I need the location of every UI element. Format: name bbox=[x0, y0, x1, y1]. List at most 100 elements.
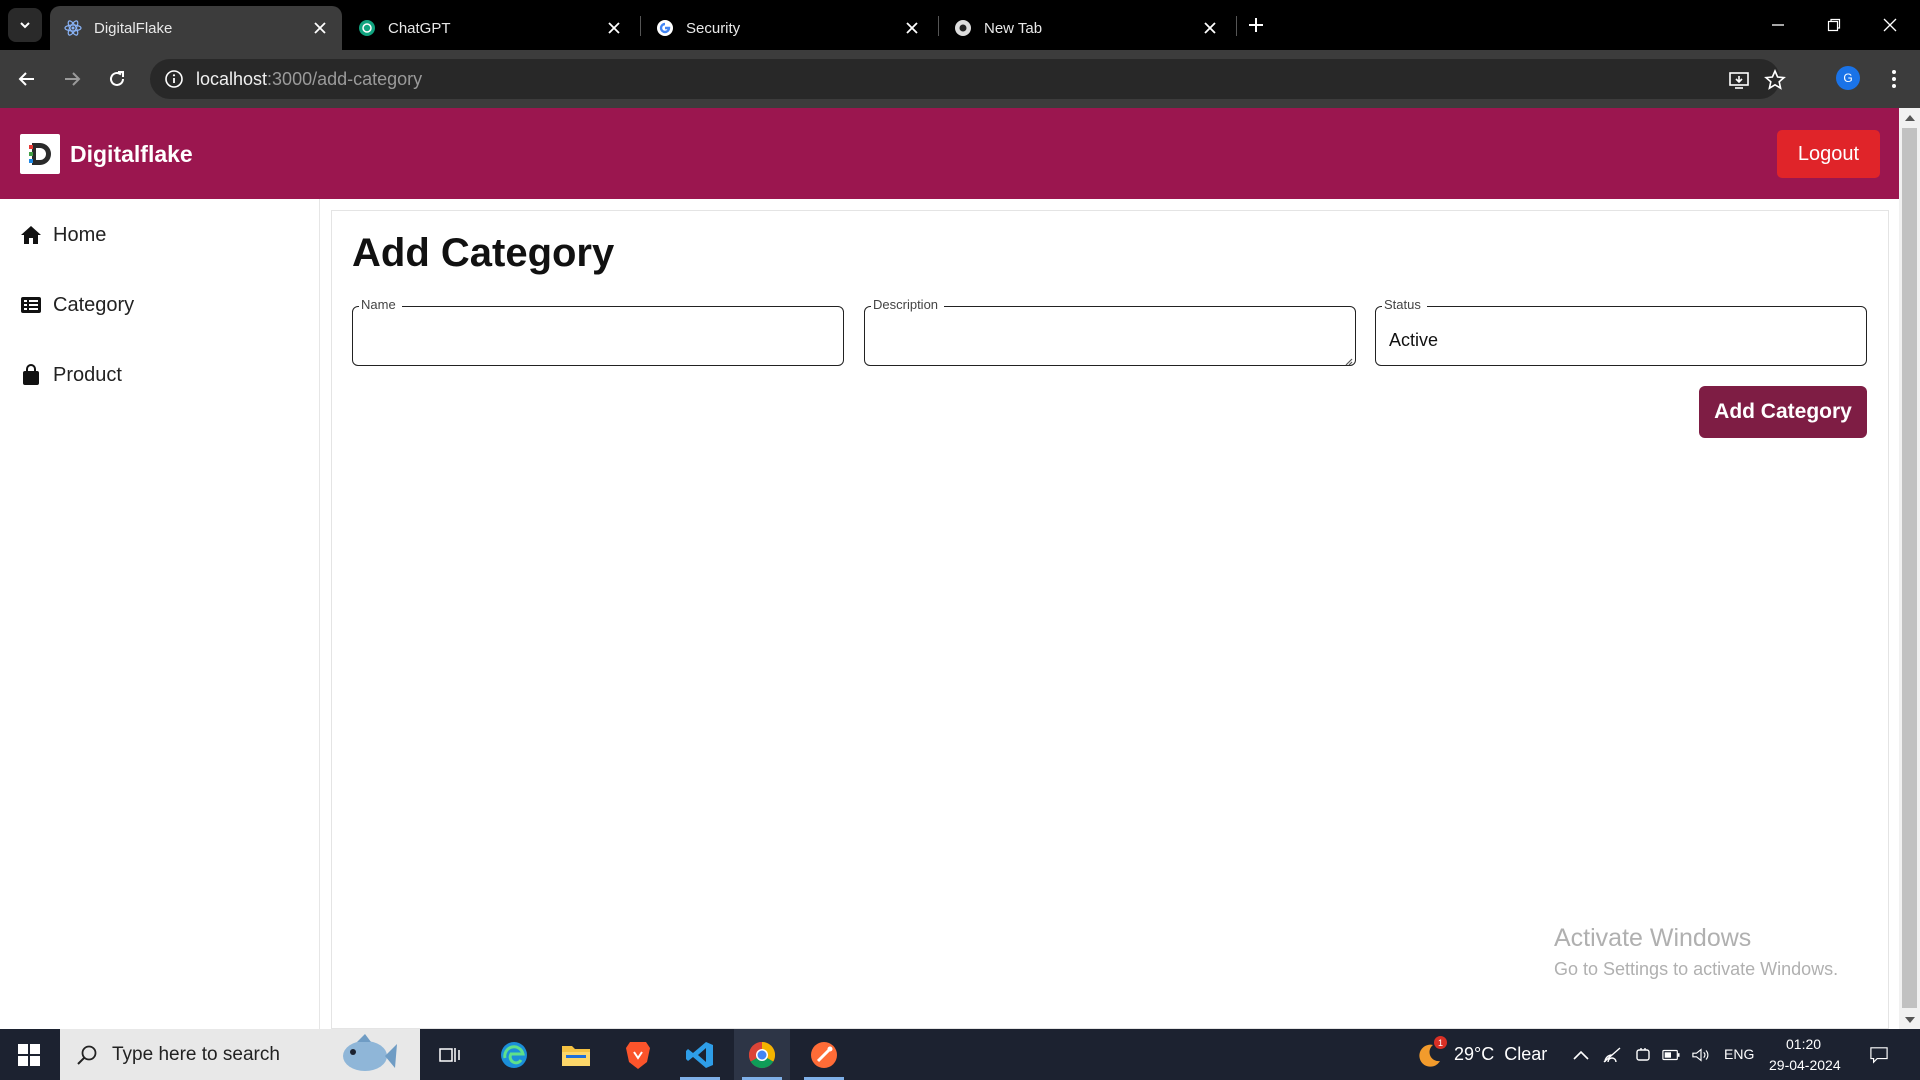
folder-icon bbox=[562, 1045, 590, 1066]
watermark-subtitle: Go to Settings to activate Windows. bbox=[1554, 959, 1839, 979]
language-indicator[interactable]: ENG bbox=[1724, 1046, 1754, 1062]
url-text[interactable]: localhost:3000/add-category bbox=[196, 69, 422, 90]
vscode-icon bbox=[686, 1041, 713, 1068]
list-icon bbox=[20, 294, 42, 316]
weather-text[interactable]: 29°C Clear bbox=[1454, 1044, 1547, 1065]
bookmark-star-icon[interactable] bbox=[1764, 69, 1786, 91]
task-view-button[interactable] bbox=[422, 1029, 478, 1080]
page-scrollbar[interactable] bbox=[1899, 108, 1920, 1029]
tab-title: New Tab bbox=[984, 19, 1043, 37]
tab-chatgpt[interactable]: ChatGPT bbox=[344, 6, 636, 50]
logout-button[interactable]: Logout bbox=[1777, 130, 1880, 178]
arrow-left-icon bbox=[18, 72, 34, 86]
tab-title: Security bbox=[686, 19, 741, 37]
sidebar-item-product[interactable]: Product bbox=[20, 360, 122, 390]
name-field[interactable]: Name bbox=[352, 297, 844, 366]
tab-title: DigitalFlake bbox=[94, 19, 173, 37]
scroll-down-icon[interactable] bbox=[1904, 1014, 1915, 1025]
close-tab-icon[interactable] bbox=[604, 18, 624, 38]
arrow-right-icon bbox=[65, 72, 81, 86]
tab-digitalflake[interactable]: DigitalFlake bbox=[50, 6, 342, 50]
browser-menu-button[interactable] bbox=[1881, 66, 1907, 92]
scroll-up-icon[interactable] bbox=[1904, 112, 1915, 123]
status-selected-value: Active bbox=[1389, 330, 1439, 350]
close-tab-icon[interactable] bbox=[1200, 18, 1220, 38]
windows-taskbar: Type here to search 1 29°C Clear ENG 01:… bbox=[0, 1029, 1920, 1080]
tab-separator bbox=[938, 16, 939, 36]
windows-logo-icon bbox=[18, 1044, 40, 1066]
status-select[interactable]: Status Active bbox=[1375, 297, 1867, 366]
tab-search-button[interactable] bbox=[8, 8, 42, 42]
task-view-icon bbox=[439, 1047, 460, 1062]
taskbar-chrome[interactable] bbox=[734, 1029, 790, 1080]
back-button[interactable] bbox=[14, 66, 40, 92]
add-category-button[interactable]: Add Category bbox=[1699, 386, 1867, 438]
clock-time[interactable]: 01:20 bbox=[1786, 1036, 1821, 1052]
scrollbar-thumb[interactable] bbox=[1902, 128, 1917, 1008]
minimize-icon bbox=[1772, 24, 1784, 26]
chatgpt-icon bbox=[358, 19, 376, 37]
weather-widget[interactable]: 1 bbox=[1415, 1036, 1447, 1069]
activate-windows-watermark: Activate Windows Go to Settings to activ… bbox=[1554, 924, 1838, 980]
taskbar-postman[interactable] bbox=[796, 1029, 852, 1080]
taskbar-vscode[interactable] bbox=[672, 1029, 728, 1080]
edge-icon bbox=[501, 1041, 527, 1068]
sidebar-item-category[interactable]: Category bbox=[20, 290, 134, 320]
sidebar-item-home[interactable]: Home bbox=[20, 220, 106, 250]
close-icon bbox=[1883, 18, 1897, 32]
browser-tab-strip: DigitalFlake ChatGPT Security New Tab bbox=[0, 0, 1920, 50]
reload-button[interactable] bbox=[104, 66, 130, 92]
restore-button[interactable] bbox=[1820, 12, 1848, 38]
app-header: Digitalflake Logout bbox=[0, 108, 1899, 199]
kebab-menu-icon bbox=[1892, 70, 1896, 88]
close-window-button[interactable] bbox=[1876, 12, 1904, 38]
digitalflake-logo bbox=[20, 134, 60, 174]
description-field-label: Description bbox=[871, 297, 945, 312]
brand-name: Digitalflake bbox=[70, 141, 193, 167]
notification-center-icon[interactable] bbox=[1870, 1046, 1888, 1064]
profile-avatar[interactable]: G bbox=[1836, 66, 1860, 90]
close-tab-icon[interactable] bbox=[902, 18, 922, 38]
shopping-bag-icon bbox=[20, 364, 42, 386]
install-app-icon[interactable] bbox=[1728, 69, 1750, 91]
taskbar-brave[interactable] bbox=[610, 1029, 666, 1080]
tab-new-tab[interactable]: New Tab bbox=[940, 6, 1232, 50]
site-info-icon[interactable] bbox=[164, 69, 184, 89]
taskbar-search-placeholder: Type here to search bbox=[112, 1043, 280, 1065]
sidebar-item-label: Product bbox=[53, 363, 122, 386]
plus-icon bbox=[1249, 18, 1263, 32]
minimize-button[interactable] bbox=[1764, 12, 1792, 38]
sidebar-item-label: Category bbox=[53, 293, 135, 316]
restore-icon bbox=[1827, 18, 1841, 32]
reload-icon bbox=[110, 71, 124, 86]
forward-button[interactable] bbox=[59, 66, 85, 92]
search-highlight-fish-icon bbox=[343, 1034, 397, 1071]
tab-security[interactable]: Security bbox=[642, 6, 934, 50]
taskbar-edge[interactable] bbox=[486, 1029, 542, 1080]
address-bar[interactable]: localhost:3000/add-category bbox=[150, 59, 1786, 99]
brave-icon bbox=[626, 1041, 650, 1069]
meet-now-icon[interactable] bbox=[1634, 1046, 1652, 1064]
description-field[interactable]: Description bbox=[864, 297, 1356, 366]
close-tab-icon[interactable] bbox=[310, 18, 330, 38]
new-tab-button[interactable] bbox=[1244, 13, 1268, 37]
chevron-up-icon[interactable] bbox=[1572, 1046, 1590, 1064]
page-title: Add Category bbox=[352, 231, 615, 275]
search-icon bbox=[77, 1045, 97, 1065]
weather-badge: 1 bbox=[1434, 1036, 1447, 1049]
url-path: :3000/add-category bbox=[267, 69, 423, 89]
react-icon bbox=[64, 19, 82, 37]
battery-icon[interactable] bbox=[1662, 1046, 1680, 1064]
watermark-title: Activate Windows bbox=[1554, 924, 1752, 952]
sidebar-item-label: Home bbox=[53, 223, 107, 246]
network-icon[interactable] bbox=[1603, 1046, 1621, 1064]
google-icon bbox=[656, 19, 674, 37]
volume-icon[interactable] bbox=[1692, 1046, 1710, 1064]
resize-handle-icon[interactable] bbox=[1343, 353, 1353, 366]
tab-separator bbox=[640, 16, 641, 36]
start-button[interactable] bbox=[8, 1037, 50, 1073]
taskbar-file-explorer[interactable] bbox=[548, 1029, 604, 1080]
browser-toolbar: localhost:3000/add-category G bbox=[0, 50, 1920, 108]
logo-icon bbox=[29, 143, 51, 165]
clock-date[interactable]: 29-04-2024 bbox=[1769, 1057, 1841, 1073]
